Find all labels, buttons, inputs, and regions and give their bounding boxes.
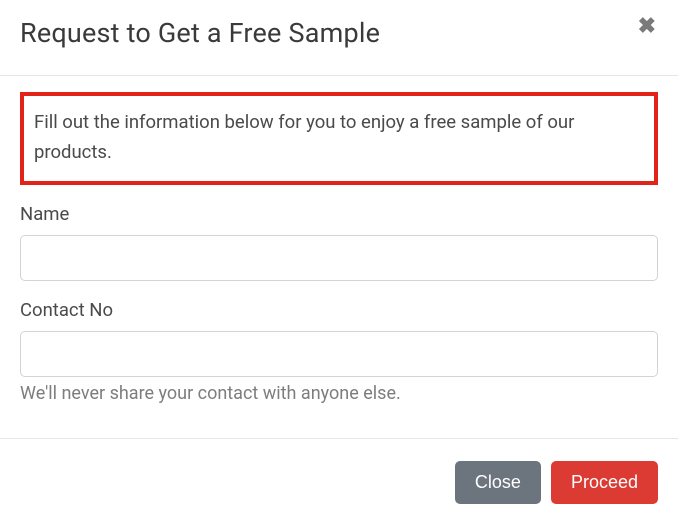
- name-input[interactable]: [20, 235, 658, 281]
- form-group-contact: Contact No We'll never share your contac…: [20, 299, 658, 404]
- modal-title: Request to Get a Free Sample: [20, 16, 380, 51]
- modal-header: Request to Get a Free Sample ✖: [0, 0, 678, 76]
- form-group-name: Name: [20, 203, 658, 281]
- modal-request-sample: Request to Get a Free Sample ✖ Fill out …: [0, 0, 678, 504]
- proceed-button[interactable]: Proceed: [551, 461, 658, 504]
- intro-text: Fill out the information below for you t…: [34, 108, 644, 167]
- contact-label: Contact No: [20, 299, 658, 321]
- close-button[interactable]: Close: [455, 461, 541, 504]
- name-label: Name: [20, 203, 658, 225]
- modal-body: Fill out the information below for you t…: [0, 76, 678, 438]
- modal-footer: Close Proceed: [0, 438, 678, 504]
- contact-input[interactable]: [20, 331, 658, 377]
- intro-highlight-box: Fill out the information below for you t…: [20, 92, 658, 185]
- contact-help-text: We'll never share your contact with anyo…: [20, 383, 658, 404]
- close-icon[interactable]: ✖: [636, 16, 658, 38]
